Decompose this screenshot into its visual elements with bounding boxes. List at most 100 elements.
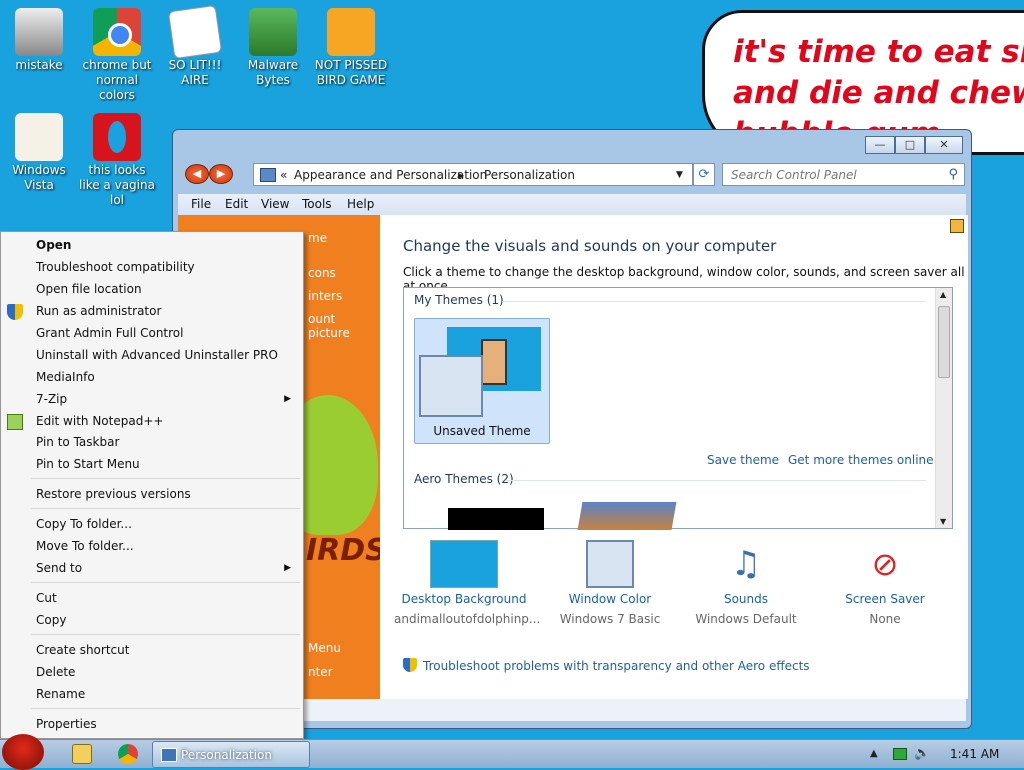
menu-item-run-as-admin[interactable]: Run as administrator [36,304,161,318]
desktop-icon-label: NOT PISSED BIRD GAME [314,58,388,87]
clock[interactable]: 1:41 AM [950,747,999,761]
menu-item-send-to[interactable]: Send to [36,561,82,575]
desktop-icon-label: SO LIT!!! AIRE [168,58,222,87]
sounds-icon: ♫ [730,544,762,584]
save-theme-link[interactable]: Save theme [707,453,779,467]
close-button[interactable]: ✕ [925,136,963,154]
option-label[interactable]: Window Color [540,592,680,606]
menu-item-open[interactable]: Open [36,238,71,252]
desktop-icon-opera[interactable]: this looks like a vagina lol [78,113,156,208]
menu-item-copy-to[interactable]: Copy To folder... [36,517,132,531]
wallpaper-text-line: and die and chew [733,75,1024,111]
egg-icon [15,113,63,161]
menu-separator [31,634,300,635]
task-link[interactable]: ount picture [308,312,380,340]
menu-item-pin-start[interactable]: Pin to Start Menu [36,457,140,471]
volume-icon[interactable]: 🔈 [914,746,930,761]
option-value: Windows Default [695,612,797,626]
menu-item-rename[interactable]: Rename [36,687,85,701]
menu-file[interactable]: File [191,197,211,211]
forward-button[interactable]: ▶ [209,164,233,184]
my-themes-header: My Themes (1) [414,293,504,307]
menu-bar: File Edit View Tools Help [178,194,966,215]
taskbar-item-personalization[interactable]: Personalization [152,741,310,768]
menu-item-properties[interactable]: Properties [36,717,97,731]
start-button[interactable] [2,734,44,770]
page-title: Change the visuals and sounds on your co… [403,237,777,255]
troubleshoot-link[interactable]: Troubleshoot problems with transparency … [403,658,810,673]
menu-item-create-shortcut[interactable]: Create shortcut [36,643,129,657]
back-button[interactable]: ◀ [185,164,209,184]
task-link[interactable]: cons [308,266,336,280]
menu-item-cut[interactable]: Cut [36,591,57,605]
window-color-option[interactable]: Window Color Windows 7 Basic [540,540,680,626]
refresh-button[interactable]: ⟳ [693,163,715,186]
desktop-background-option[interactable]: Desktop Background andimalloutofdolphinp… [394,540,540,626]
chrome-icon[interactable] [118,744,138,764]
theme-unsaved[interactable]: Unsaved Theme [414,318,550,444]
menu-item-pin-taskbar[interactable]: Pin to Taskbar [36,435,119,449]
scroll-up-icon[interactable]: ▲ [940,290,946,299]
search-input[interactable]: Search Control Panel [731,168,857,182]
menu-item-delete[interactable]: Delete [36,665,75,679]
context-menu: Open Troubleshoot compatibility Open fil… [0,231,304,739]
screen-saver-option[interactable]: ⊘ Screen Saver None [815,540,955,626]
caption-buttons: — □ ✕ [865,136,963,154]
menu-tools[interactable]: Tools [302,197,332,211]
task-link[interactable]: me [308,231,327,245]
angry-birds-logo-text: IRDS [306,533,387,568]
search-icon[interactable]: ⚲ [948,167,958,182]
menu-item-grant-admin[interactable]: Grant Admin Full Control [36,326,183,340]
sounds-option[interactable]: ♫ Sounds Windows Default [676,540,816,626]
menu-item-move-to[interactable]: Move To folder... [36,539,134,553]
breadcrumb-personalization[interactable]: Personalization [484,168,575,182]
maximize-button[interactable]: □ [895,136,925,154]
menu-edit[interactable]: Edit [225,197,248,211]
character-face [481,339,507,385]
explorer-icon[interactable] [72,744,92,764]
menu-item-restore-versions[interactable]: Restore previous versions [36,487,191,501]
desktop-icon-chrome[interactable]: chrome but normal colors [78,8,156,103]
minimize-button[interactable]: — [865,136,895,154]
menu-separator [31,582,300,583]
desktop-icon-bird-game[interactable]: NOT PISSED BIRD GAME [312,8,390,88]
menu-item-mediainfo[interactable]: MediaInfo [36,370,95,384]
desktop-icon-malwarebytes[interactable]: Malware Bytes [234,8,312,88]
get-more-themes-link[interactable]: Get more themes online [788,453,934,467]
help-icon[interactable] [950,219,964,233]
task-link[interactable]: inters [308,289,342,303]
scroll-down-icon[interactable]: ▼ [940,517,946,526]
menu-separator [31,508,300,509]
scrollbar[interactable]: ▲ ▼ [935,288,952,528]
option-label[interactable]: Screen Saver [815,592,955,606]
window-color-icon [586,540,634,588]
menu-item-copy[interactable]: Copy [36,613,66,627]
show-hidden-icons-icon[interactable]: ▲ [870,748,878,759]
aero-theme-thumbnail[interactable] [448,508,544,530]
troubleshoot-label[interactable]: Troubleshoot problems with transparency … [423,659,810,673]
option-label[interactable]: Desktop Background [394,592,534,606]
menu-item-7zip[interactable]: 7-Zip [36,392,67,406]
menu-view[interactable]: View [261,197,289,211]
menu-item-notepadpp[interactable]: Edit with Notepad++ [36,414,163,428]
address-dropdown-icon[interactable]: ▼ [676,170,683,180]
address-bar[interactable]: « Appearance and Personalization ▸ Perso… [253,163,693,186]
task-link[interactable]: nter [308,665,333,679]
desktop-icon-solitaire[interactable]: SO LIT!!! AIRE [156,4,234,88]
network-icon[interactable] [893,748,907,760]
control-panel-icon [260,168,276,182]
breadcrumb-chevron-icon[interactable]: ▸ [458,168,464,182]
theme-list[interactable]: My Themes (1) Unsaved Theme Save theme G… [403,287,953,530]
search-box[interactable]: Search Control Panel ⚲ [722,163,965,186]
breadcrumb-overflow[interactable]: « [280,168,287,182]
menu-item-uninstall[interactable]: Uninstall with Advanced Uninstaller PRO [36,348,278,362]
option-label[interactable]: Sounds [676,592,816,606]
task-link[interactable]: Menu [308,641,341,655]
aero-theme-thumbnail[interactable] [577,502,677,530]
menu-item-open-location[interactable]: Open file location [36,282,142,296]
desktop-icon-windows-vista[interactable]: Windows Vista [0,113,78,193]
desktop-icon-mistake[interactable]: mistake [0,8,78,73]
scrollbar-thumb[interactable] [938,306,950,378]
menu-item-troubleshoot[interactable]: Troubleshoot compatibility [36,260,195,274]
menu-help[interactable]: Help [347,197,374,211]
